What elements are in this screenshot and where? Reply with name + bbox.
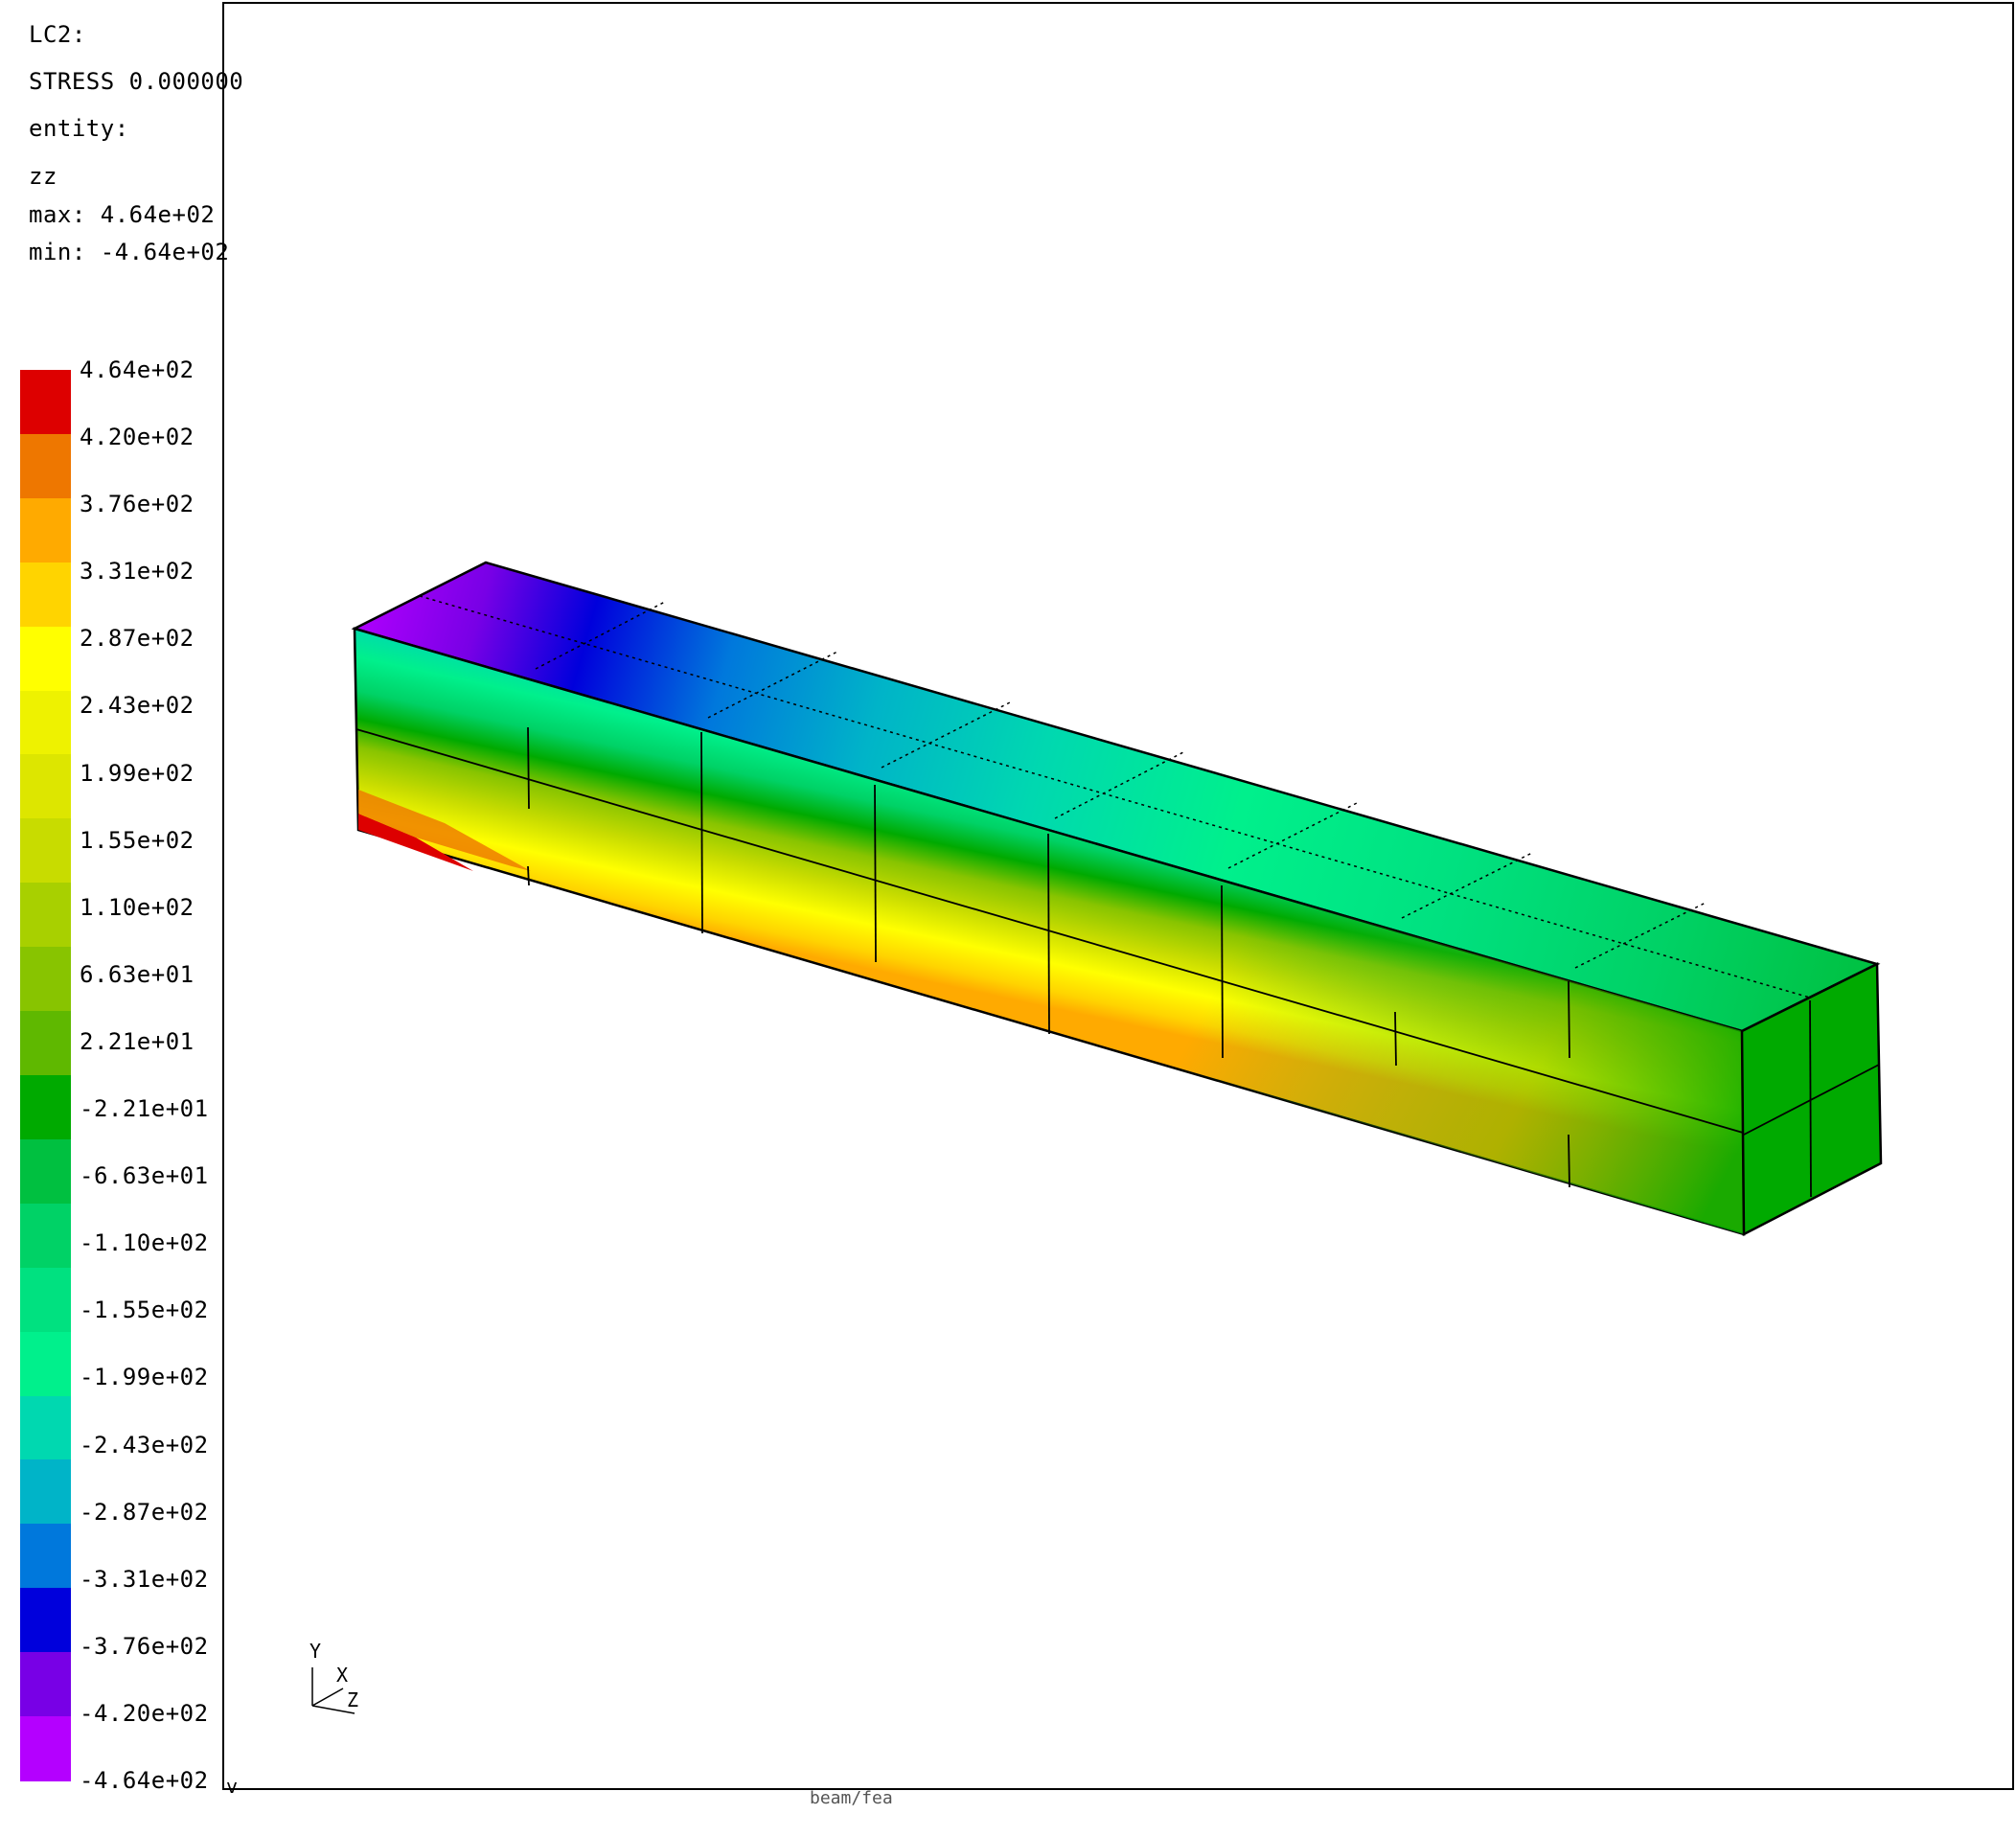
legend-label: -6.63e+01 — [80, 1162, 209, 1190]
triad-y-label: Y — [309, 1640, 322, 1663]
legend-label: -2.87e+02 — [80, 1498, 209, 1526]
legend-label: -2.21e+01 — [80, 1095, 209, 1123]
legend-label: 4.20e+02 — [80, 424, 195, 451]
triad-z-label: Z — [347, 1688, 359, 1711]
legend-swatch — [20, 1524, 71, 1590]
legend-swatch — [20, 1652, 71, 1718]
legend-label: -2.43e+02 — [80, 1431, 209, 1458]
legend-label: -4.20e+02 — [80, 1699, 209, 1727]
triad-x-label: X — [336, 1664, 349, 1687]
legend-swatch — [20, 1588, 71, 1654]
max-value-label: max: 4.64e+02 — [29, 201, 216, 228]
legend-swatch — [20, 1716, 71, 1781]
legend-label: 1.99e+02 — [80, 759, 195, 787]
legend-swatch — [20, 883, 71, 949]
legend-swatch — [20, 1011, 71, 1076]
beam-model-render — [311, 561, 1883, 1714]
legend-label: -1.10e+02 — [80, 1229, 209, 1257]
entity-label: entity: — [29, 115, 129, 142]
legend-label: 2.21e+01 — [80, 1027, 195, 1055]
legend-label: -3.31e+02 — [80, 1565, 209, 1593]
legend-swatch — [20, 754, 71, 820]
caption-stub: beam/fea — [810, 1788, 893, 1808]
legend-swatch — [20, 690, 71, 756]
legend-swatch — [20, 626, 71, 692]
legend-swatch — [20, 1267, 71, 1333]
legend-swatch — [20, 1331, 71, 1397]
legend-label: -1.55e+02 — [80, 1297, 209, 1324]
legend-label: 3.76e+02 — [80, 491, 195, 518]
component-label: zz — [29, 163, 57, 190]
legend-label: -4.64e+02 — [80, 1767, 209, 1794]
legend-swatch — [20, 1395, 71, 1461]
legend-label: 4.64e+02 — [80, 356, 195, 383]
load-case-label: LC2: — [29, 21, 86, 48]
legend-label: -1.99e+02 — [80, 1364, 209, 1391]
legend-label: 3.31e+02 — [80, 558, 195, 586]
legend-label: -3.76e+02 — [80, 1632, 209, 1660]
legend-label: 1.55e+02 — [80, 826, 195, 854]
legend-swatch — [20, 947, 71, 1013]
legend-swatch — [20, 497, 71, 563]
legend-swatch — [20, 1075, 71, 1140]
legend-swatch — [20, 370, 71, 435]
legend-label: 1.10e+02 — [80, 893, 195, 921]
legend-swatch — [20, 1138, 71, 1205]
legend-label: 6.63e+01 — [80, 960, 195, 988]
result-type-label: STRESS 0.000000 — [29, 68, 244, 95]
min-value-label: min: -4.64e+02 — [29, 239, 230, 265]
legend-label: 2.87e+02 — [80, 625, 195, 653]
model-viewport[interactable] — [222, 2, 2014, 1790]
legend-swatch — [20, 1203, 71, 1269]
viewport-corner-mark: v — [226, 1775, 239, 1798]
legend-swatch — [20, 818, 71, 884]
legend-swatch — [20, 433, 71, 499]
legend-swatch — [20, 1459, 71, 1526]
color-legend-bar — [20, 370, 71, 1781]
legend-label: 2.43e+02 — [80, 692, 195, 720]
legend-swatch — [20, 562, 71, 628]
